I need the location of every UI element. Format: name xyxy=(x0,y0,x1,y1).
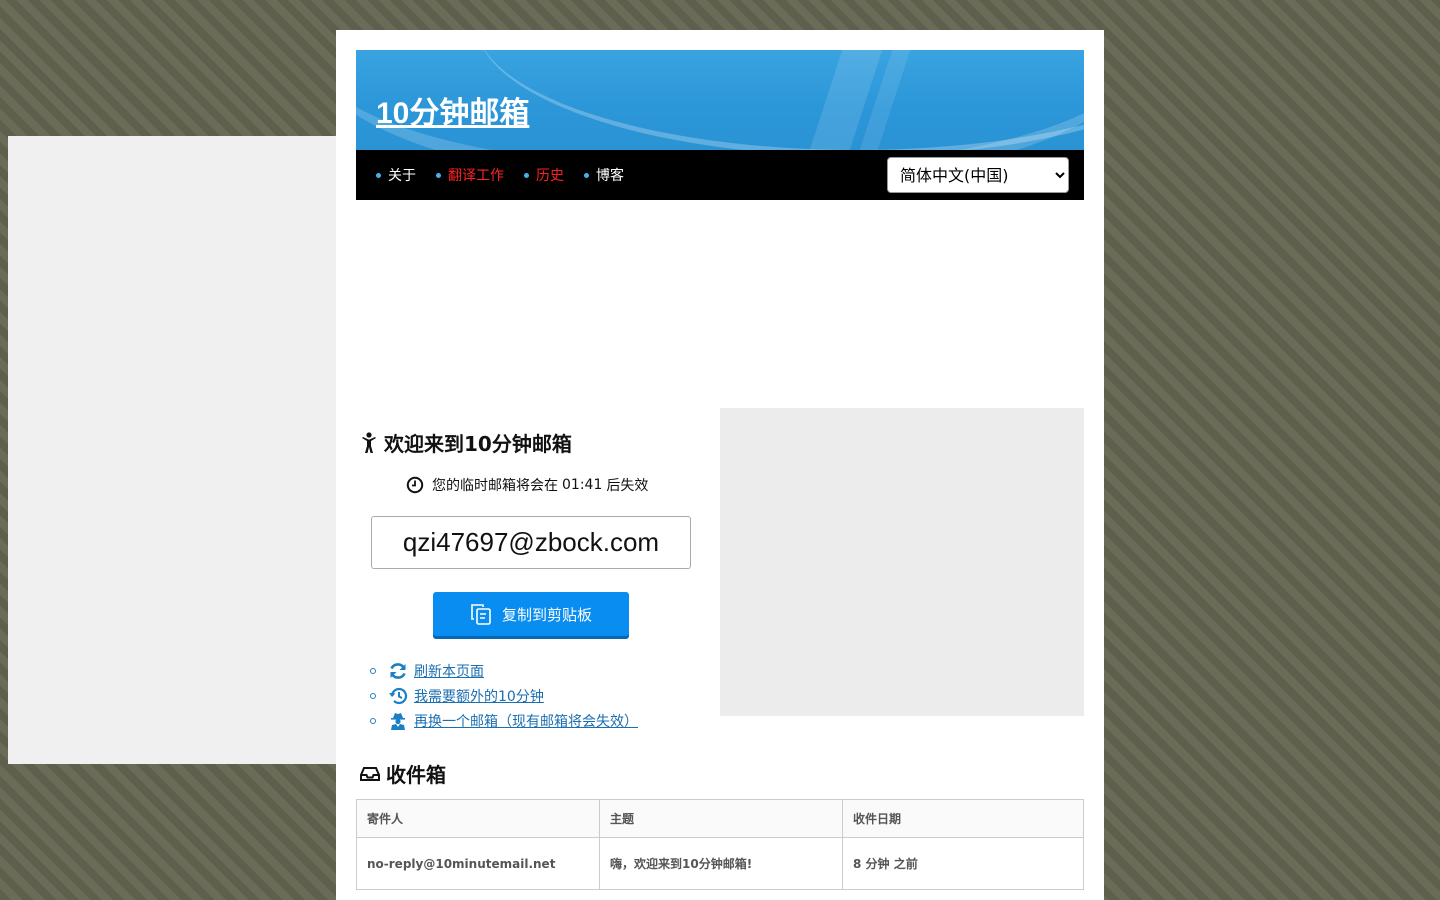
bullet-icon xyxy=(370,717,376,724)
site-header: 10分钟邮箱 xyxy=(356,50,1084,150)
column-header-sender: 寄件人 xyxy=(356,799,600,838)
welcome-heading: 欢迎来到10分钟邮箱 xyxy=(360,428,572,457)
extend-link-label: 我需要额外的10分钟 xyxy=(414,688,544,705)
person-icon xyxy=(362,431,376,453)
site-title-link[interactable]: 10分钟邮箱 xyxy=(376,88,529,132)
refresh-page-link[interactable]: 刷新本页面 xyxy=(388,661,484,681)
inbox-title: 收件箱 xyxy=(386,763,446,787)
new-email-link[interactable]: 再换一个邮箱（现有邮箱将会失效） xyxy=(388,711,638,731)
list-item: 刷新本页面 xyxy=(370,658,638,683)
bullet-icon xyxy=(376,172,381,178)
inbox-table: 寄件人 主题 收件日期 no-reply@10minutemail.net 嗨，… xyxy=(356,799,1084,890)
new-email-link-label: 再换一个邮箱（现有邮箱将会失效） xyxy=(414,713,638,730)
bullet-icon xyxy=(370,692,376,699)
language-select[interactable]: 简体中文(中国) xyxy=(887,157,1069,193)
bullet-icon xyxy=(370,667,376,674)
nav-item-label: 历史 xyxy=(536,168,564,184)
refresh-link-label: 刷新本页面 xyxy=(414,663,484,680)
email-address-field[interactable]: qzi47697@zbock.com xyxy=(371,516,691,569)
clock-icon xyxy=(406,476,424,494)
welcome-title: 欢迎来到10分钟邮箱 xyxy=(384,432,572,456)
extend-time-link[interactable]: 我需要额外的10分钟 xyxy=(388,686,544,706)
copy-button-label: 复制到剪贴板 xyxy=(501,605,592,624)
table-header-row: 寄件人 主题 收件日期 xyxy=(356,799,1084,838)
nav-item-translate[interactable]: 翻译工作 xyxy=(436,165,504,185)
copy-to-clipboard-button[interactable]: 复制到剪贴板 xyxy=(433,592,629,636)
nav-item-label: 博客 xyxy=(596,168,624,184)
history-icon xyxy=(389,687,408,704)
nav-item-blog[interactable]: 博客 xyxy=(584,165,624,185)
expiry-timer: 您的临时邮箱将会在 01:41 后失效 xyxy=(406,475,648,495)
action-links: 刷新本页面 我需要额外的10分钟 再换一个邮箱（现有邮箱将会失效） xyxy=(370,658,638,733)
inbox-heading: 收件箱 xyxy=(360,759,446,788)
list-item: 再换一个邮箱（现有邮箱将会失效） xyxy=(370,708,638,733)
timer-prefix: 您的临时邮箱将会在 xyxy=(432,478,558,494)
timer-suffix: 后失效 xyxy=(606,478,649,494)
nav-item-about[interactable]: 关于 xyxy=(376,165,416,185)
list-item: 我需要额外的10分钟 xyxy=(370,683,638,708)
inbox-icon xyxy=(360,766,380,781)
column-header-date: 收件日期 xyxy=(842,799,1084,838)
nav-bar: 关于 翻译工作 历史 博客 简体中文(中国) xyxy=(356,150,1084,200)
bullet-icon xyxy=(436,172,441,178)
timer-value: 01:41 xyxy=(562,477,603,493)
column-header-subject: 主题 xyxy=(599,799,843,838)
message-subject[interactable]: 嗨，欢迎来到10分钟邮箱! xyxy=(599,837,843,890)
nav-item-history[interactable]: 历史 xyxy=(524,165,564,185)
copy-icon xyxy=(471,604,491,625)
nav-item-label: 关于 xyxy=(388,168,416,184)
message-date: 8 分钟 之前 xyxy=(842,837,1084,890)
refresh-icon xyxy=(390,662,406,679)
nav-item-label: 翻译工作 xyxy=(448,168,504,184)
bullet-icon xyxy=(524,172,529,178)
table-row[interactable]: no-reply@10minutemail.net 嗨，欢迎来到10分钟邮箱! … xyxy=(356,837,1084,890)
left-ad-placeholder xyxy=(8,136,336,764)
page-container: 10分钟邮箱 关于 翻译工作 历史 博客 简体中文(中国) 欢迎来到10分钟邮箱… xyxy=(336,30,1104,900)
user-secret-icon xyxy=(391,712,405,730)
message-sender[interactable]: no-reply@10minutemail.net xyxy=(356,837,600,890)
bullet-icon xyxy=(584,172,589,178)
right-ad-placeholder xyxy=(720,408,1084,716)
